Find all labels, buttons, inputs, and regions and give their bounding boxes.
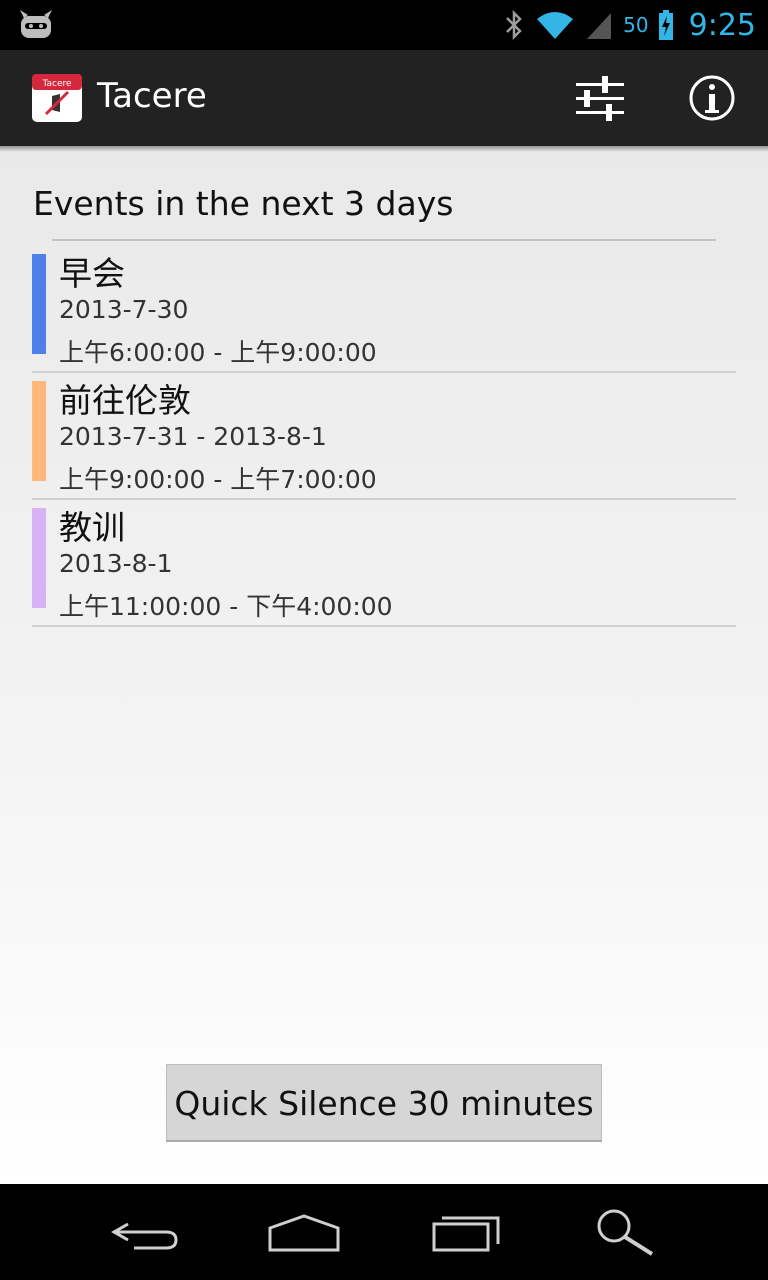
- event-row[interactable]: 教训 2013-8-1 上午11:00:00 - 下午4:00:00: [32, 501, 736, 627]
- bluetooth-icon: [506, 9, 522, 41]
- event-date: 2013-7-30: [59, 295, 189, 324]
- navigation-bar: [0, 1184, 768, 1280]
- wifi-icon: [537, 12, 574, 39]
- search-icon[interactable]: [586, 1206, 666, 1258]
- event-row[interactable]: 前往伦敦 2013-7-31 - 2013-8-1 上午9:00:00 - 上午…: [32, 374, 736, 500]
- recent-apps-icon[interactable]: [428, 1206, 508, 1258]
- row-divider: [32, 371, 736, 373]
- battery-charging-icon: [658, 10, 673, 40]
- event-time: 上午11:00:00 - 下午4:00:00: [59, 592, 393, 621]
- event-title: 教训: [59, 508, 125, 547]
- app-calendar-icon: Tacere: [32, 74, 82, 122]
- event-time: 上午9:00:00 - 上午7:00:00: [59, 465, 377, 494]
- event-color-bar: [32, 381, 46, 481]
- app-icon-text: Tacere: [41, 79, 72, 89]
- section-divider: [52, 239, 716, 241]
- cyanogenmod-icon: [20, 10, 52, 38]
- event-title: 前往伦敦: [59, 381, 191, 420]
- quick-silence-button[interactable]: Quick Silence 30 minutes: [166, 1064, 602, 1142]
- event-title: 早会: [59, 254, 125, 293]
- main-content: Events in the next 3 days 早会 2013-7-30 上…: [0, 146, 768, 1184]
- event-row[interactable]: 早会 2013-7-30 上午6:00:00 - 上午9:00:00: [32, 247, 736, 373]
- event-color-bar: [32, 508, 46, 608]
- event-color-bar: [32, 254, 46, 354]
- home-icon[interactable]: [264, 1206, 344, 1258]
- event-date: 2013-8-1: [59, 549, 173, 578]
- status-bar: 50 9:25: [0, 0, 768, 50]
- info-icon[interactable]: [684, 70, 740, 126]
- action-bar-shadow: [0, 146, 768, 152]
- row-divider: [32, 625, 736, 627]
- signal-icon: [587, 13, 612, 39]
- event-time: 上午6:00:00 - 上午9:00:00: [59, 338, 377, 367]
- settings-sliders-icon[interactable]: [572, 70, 628, 126]
- clock: 9:25: [688, 7, 756, 43]
- section-title: Events in the next 3 days: [33, 184, 454, 223]
- row-divider: [32, 498, 736, 500]
- event-date: 2013-7-31 - 2013-8-1: [59, 422, 327, 451]
- battery-percent: 50: [623, 13, 649, 37]
- back-icon[interactable]: [104, 1206, 184, 1258]
- action-bar: Tacere Tacere: [0, 50, 768, 146]
- app-title: Tacere: [97, 76, 207, 116]
